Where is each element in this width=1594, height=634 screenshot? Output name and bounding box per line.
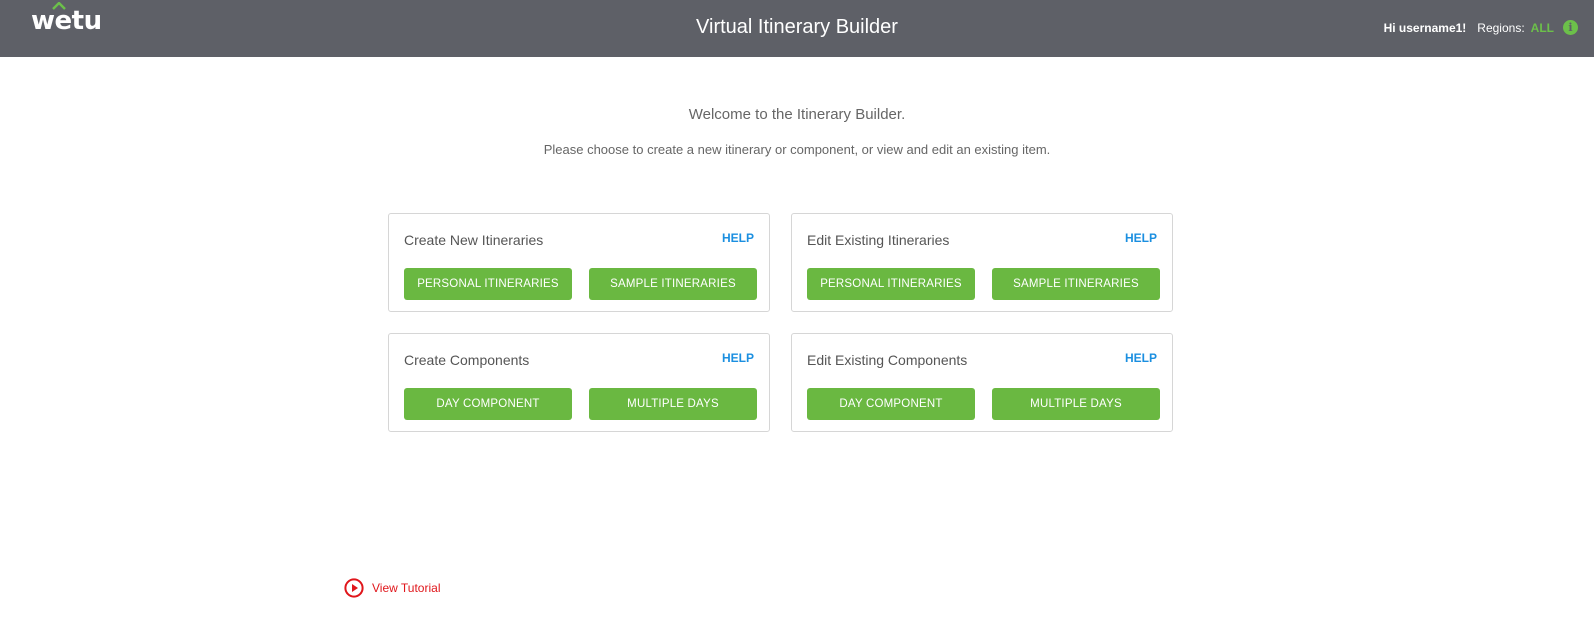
help-link[interactable]: HELP bbox=[1125, 231, 1157, 245]
create-multiple-days-button[interactable]: MULTIPLE DAYS bbox=[589, 388, 757, 420]
card-title: Edit Existing Itineraries bbox=[807, 232, 950, 248]
card-title: Edit Existing Components bbox=[807, 352, 968, 368]
edit-sample-itineraries-button[interactable]: SAMPLE ITINERARIES bbox=[992, 268, 1160, 300]
edit-personal-itineraries-button[interactable]: PERSONAL ITINERARIES bbox=[807, 268, 975, 300]
view-tutorial-link[interactable]: View Tutorial bbox=[344, 578, 440, 598]
edit-itineraries-card: Edit Existing Itineraries HELP PERSONAL … bbox=[791, 213, 1173, 312]
regions-selector[interactable]: ALL bbox=[1531, 21, 1554, 35]
edit-components-card: Edit Existing Components HELP DAY COMPON… bbox=[791, 333, 1173, 432]
app-title: Virtual Itinerary Builder bbox=[696, 16, 898, 38]
regions-label: Regions: bbox=[1477, 20, 1525, 35]
help-link[interactable]: HELP bbox=[722, 231, 754, 245]
welcome-heading: Welcome to the Itinerary Builder. bbox=[688, 106, 906, 123]
edit-multiple-days-button[interactable]: MULTIPLE DAYS bbox=[992, 388, 1160, 420]
top-bar: wetu Virtual Itinerary Builder Hi userna… bbox=[0, 0, 1594, 57]
card-title: Create New Itineraries bbox=[404, 232, 544, 248]
user-area: Hi username1! Regions: ALL i bbox=[1384, 20, 1578, 35]
user-greeting: Hi username1! bbox=[1383, 20, 1467, 35]
create-itineraries-card: Create New Itineraries HELP PERSONAL ITI… bbox=[388, 213, 770, 312]
help-link[interactable]: HELP bbox=[1125, 351, 1157, 365]
logo-roof-icon bbox=[52, 2, 66, 10]
help-link[interactable]: HELP bbox=[722, 351, 754, 365]
view-tutorial-label: View Tutorial bbox=[372, 581, 441, 595]
info-icon[interactable]: i bbox=[1563, 20, 1578, 35]
create-components-card: Create Components HELP DAY COMPONENT MUL… bbox=[388, 333, 770, 432]
card-title: Create Components bbox=[404, 352, 530, 368]
create-day-component-button[interactable]: DAY COMPONENT bbox=[404, 388, 572, 420]
create-sample-itineraries-button[interactable]: SAMPLE ITINERARIES bbox=[589, 268, 757, 300]
play-circle-icon bbox=[344, 578, 364, 598]
edit-day-component-button[interactable]: DAY COMPONENT bbox=[807, 388, 975, 420]
create-personal-itineraries-button[interactable]: PERSONAL ITINERARIES bbox=[404, 268, 572, 300]
instructions-text: Please choose to create a new itinerary … bbox=[543, 142, 1051, 157]
